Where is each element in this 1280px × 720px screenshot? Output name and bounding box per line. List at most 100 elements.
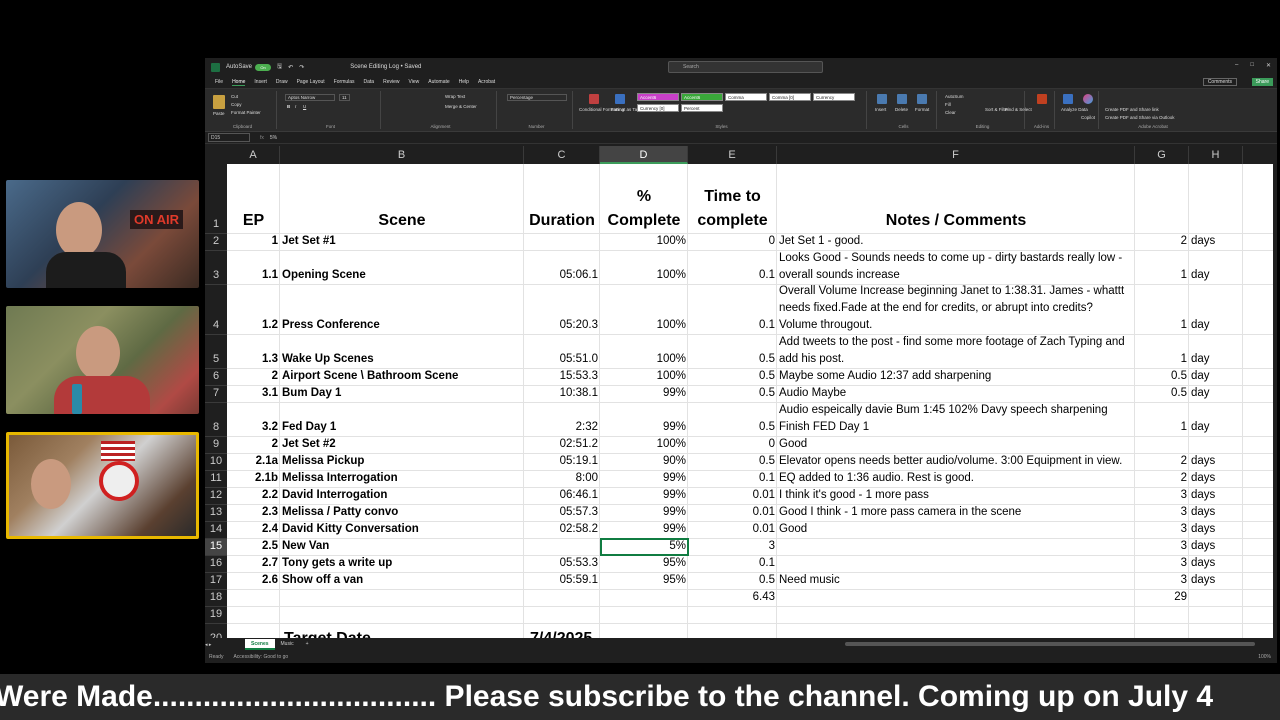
cell-g-value[interactable]: 3: [1135, 505, 1189, 522]
cell-notes[interactable]: Overall Volume Increase beginning Janet …: [777, 285, 1135, 335]
cell-percent-complete[interactable]: 95%: [600, 573, 688, 590]
row-header-12[interactable]: 12: [205, 488, 227, 505]
cell-notes[interactable]: Audio Maybe: [777, 386, 1135, 403]
delete-button[interactable]: Delete: [895, 107, 908, 112]
create-pdf-button[interactable]: Create PDF and Share link: [1105, 107, 1159, 112]
cell-scene[interactable]: Melissa Pickup: [280, 454, 524, 471]
cell-scene[interactable]: Jet Set #2: [280, 437, 524, 454]
row-header-4[interactable]: 4: [205, 285, 227, 335]
cell-scene[interactable]: Opening Scene: [280, 251, 524, 285]
cell-notes[interactable]: Looks Good - Sounds needs to come up - d…: [777, 251, 1135, 285]
cell-scene[interactable]: Jet Set #1: [280, 234, 524, 251]
cell-h-unit[interactable]: day: [1189, 386, 1243, 403]
cell-duration[interactable]: [524, 234, 600, 251]
cell-time-to-complete[interactable]: 3: [688, 539, 777, 556]
cell-notes[interactable]: Good: [777, 437, 1135, 454]
cell-ep[interactable]: 2.2: [227, 488, 280, 505]
cell-g-value[interactable]: 1: [1135, 251, 1189, 285]
column-header-a[interactable]: A: [227, 146, 280, 164]
cell-h-unit[interactable]: day: [1189, 251, 1243, 285]
cell-percent-complete[interactable]: 100%: [600, 251, 688, 285]
cell-ep[interactable]: 1.2: [227, 285, 280, 335]
header-duration[interactable]: Duration: [524, 164, 600, 234]
autosave-toggle[interactable]: On: [255, 63, 272, 71]
cell-scene[interactable]: David Interrogation: [280, 488, 524, 505]
spreadsheet-grid[interactable]: ABCDEFGH 1 2 3 4 5 6 7 8 9 10 11 12 13 14 15 16 17 18 19 20…: [205, 146, 1273, 638]
menu-acrobat[interactable]: Acrobat: [478, 79, 495, 85]
cell-ep[interactable]: 2.7: [227, 556, 280, 573]
cell-time-to-complete[interactable]: 0.5: [688, 369, 777, 386]
cell-time-to-complete[interactable]: [688, 624, 777, 638]
cell-g-value[interactable]: [1135, 624, 1189, 638]
cell-duration[interactable]: 06:46.1: [524, 488, 600, 505]
add-sheet-icon[interactable]: +: [300, 639, 315, 650]
cell-time-to-complete[interactable]: 6.43: [688, 590, 777, 607]
cell-g-value[interactable]: 0.5: [1135, 369, 1189, 386]
cell-scene[interactable]: Melissa / Patty convo: [280, 505, 524, 522]
cell-notes[interactable]: [777, 590, 1135, 607]
header-percent-complete[interactable]: % Complete: [600, 164, 688, 234]
cell-h-unit[interactable]: days: [1189, 573, 1243, 590]
cell-time-to-complete[interactable]: 0.01: [688, 522, 777, 539]
copilot-button[interactable]: Copilot: [1081, 115, 1095, 120]
cell-notes[interactable]: Good I think - 1 more pass camera in the…: [777, 505, 1135, 522]
cell-time-to-complete[interactable]: 0.1: [688, 556, 777, 573]
autosave[interactable]: AutoSave On: [226, 63, 272, 71]
row-header-8[interactable]: 8: [205, 403, 227, 437]
maximize-icon[interactable]: □: [1250, 62, 1254, 69]
style-currency[interactable]: Currency: [813, 93, 855, 101]
cell-g-value[interactable]: 1: [1135, 285, 1189, 335]
column-header-d[interactable]: D: [600, 146, 688, 164]
cell-ep[interactable]: 3.1: [227, 386, 280, 403]
cell-g-value[interactable]: [1135, 437, 1189, 454]
cell-h-unit[interactable]: day: [1189, 335, 1243, 369]
row-header-18[interactable]: 18: [205, 590, 227, 607]
row-header-11[interactable]: 11: [205, 471, 227, 488]
menu-file[interactable]: File: [215, 79, 223, 85]
cell-percent-complete[interactable]: 99%: [600, 403, 688, 437]
cell-h-unit[interactable]: [1189, 607, 1243, 624]
row-header-19[interactable]: 19: [205, 607, 227, 624]
cell-scene[interactable]: Target Date: [280, 624, 524, 638]
cell-scene[interactable]: Melissa Interrogation: [280, 471, 524, 488]
row-header-10[interactable]: 10: [205, 454, 227, 471]
cell-ep[interactable]: 2.1b: [227, 471, 280, 488]
cell-duration[interactable]: 10:38.1: [524, 386, 600, 403]
horizontal-scrollbar[interactable]: [845, 642, 1255, 646]
menu-data[interactable]: Data: [364, 79, 375, 85]
cell-percent-complete[interactable]: 99%: [600, 522, 688, 539]
cell-time-to-complete[interactable]: [688, 607, 777, 624]
row-header-6[interactable]: 6: [205, 369, 227, 386]
cell-duration[interactable]: [524, 590, 600, 607]
insert-button[interactable]: Insert: [875, 107, 886, 112]
cell-duration[interactable]: 05:51.0: [524, 335, 600, 369]
cell-percent-complete[interactable]: [600, 590, 688, 607]
style-currency-0[interactable]: Currency [0]: [637, 104, 679, 112]
cell-percent-complete[interactable]: [600, 624, 688, 638]
cell-g-value[interactable]: 3: [1135, 522, 1189, 539]
cell-scene[interactable]: Wake Up Scenes: [280, 335, 524, 369]
cell-duration[interactable]: 05:06.1: [524, 251, 600, 285]
cell-percent-complete[interactable]: 99%: [600, 488, 688, 505]
cell-percent-complete[interactable]: 95%: [600, 556, 688, 573]
cell-h-unit[interactable]: days: [1189, 234, 1243, 251]
cell-percent-complete[interactable]: 99%: [600, 471, 688, 488]
cell-g-value[interactable]: 3: [1135, 539, 1189, 556]
analyze-data-icon[interactable]: [1063, 94, 1073, 104]
cell-duration[interactable]: [524, 539, 600, 556]
cell-ep[interactable]: 1.1: [227, 251, 280, 285]
row-header-14[interactable]: 14: [205, 522, 227, 539]
cell-scene[interactable]: Press Conference: [280, 285, 524, 335]
column-header-h[interactable]: H: [1189, 146, 1243, 164]
cell-scene[interactable]: Airport Scene \ Bathroom Scene: [280, 369, 524, 386]
tab-scenes[interactable]: Scenes: [245, 639, 275, 650]
row-header-2[interactable]: 2: [205, 234, 227, 251]
row-header-9[interactable]: 9: [205, 437, 227, 454]
cell-h-unit[interactable]: days: [1189, 539, 1243, 556]
copy-button[interactable]: Copy: [231, 102, 242, 107]
cell-scene[interactable]: [280, 607, 524, 624]
menu-automate[interactable]: Automate: [428, 79, 449, 85]
addins-icon[interactable]: [1037, 94, 1047, 104]
row-header-17[interactable]: 17: [205, 573, 227, 590]
row-header-5[interactable]: 5: [205, 335, 227, 369]
